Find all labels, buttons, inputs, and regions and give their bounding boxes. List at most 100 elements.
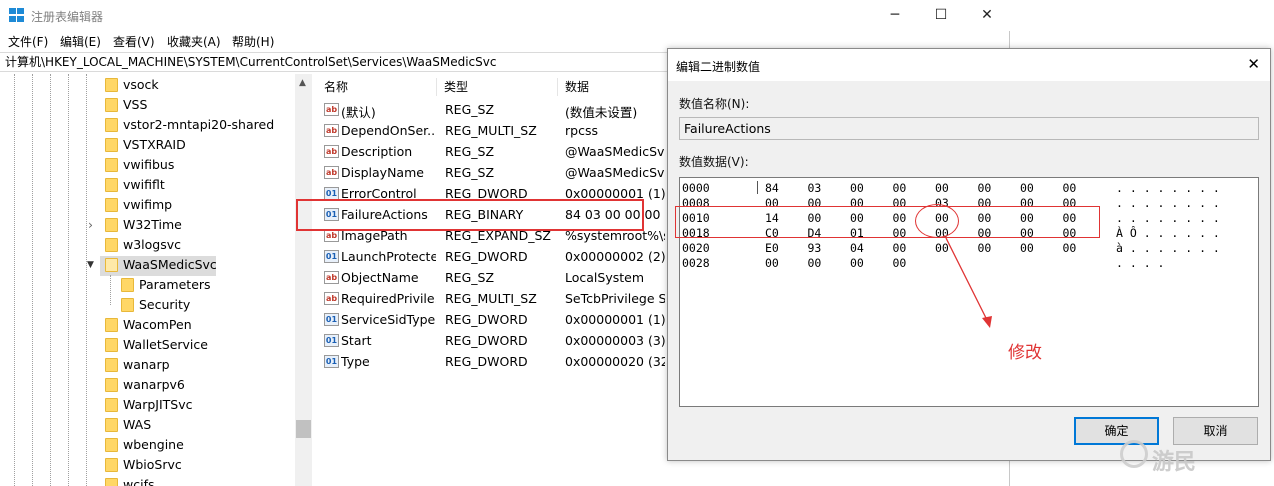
- tree-item-label: WarpJITSvc: [123, 397, 193, 412]
- string-value-icon: ab: [324, 292, 339, 305]
- string-value-icon: ab: [324, 166, 339, 179]
- value-name-cell: LaunchProtected: [341, 249, 436, 264]
- scroll-thumb[interactable]: [296, 420, 311, 438]
- folder-icon: [105, 438, 118, 452]
- string-value-icon: ab: [324, 145, 339, 158]
- column-separator[interactable]: [557, 78, 558, 96]
- collapse-arrow-icon[interactable]: ▼: [87, 255, 94, 275]
- expand-chevron-icon[interactable]: ›: [88, 215, 93, 235]
- hex-byte[interactable]: 00: [1063, 241, 1077, 255]
- folder-icon: [105, 318, 118, 332]
- hex-byte[interactable]: 00: [893, 256, 907, 270]
- binary-value-icon: 01: [324, 313, 339, 326]
- tree-item-label: wanarp: [123, 357, 170, 372]
- tree-item-label: w3logsvc: [123, 237, 182, 252]
- hex-ascii: à . . . . . . .: [1116, 241, 1220, 255]
- value-type-cell: REG_MULTI_SZ: [445, 123, 537, 138]
- hex-byte[interactable]: 00: [893, 181, 907, 195]
- hex-byte[interactable]: 00: [1020, 241, 1034, 255]
- hex-ascii: . . . . . . . .: [1116, 211, 1220, 225]
- value-name-cell: DisplayName: [341, 165, 424, 180]
- window-title: 注册表编辑器: [31, 10, 104, 24]
- value-data-cell: @WaaSMedicSvc: [565, 165, 665, 180]
- string-value-icon: ab: [324, 271, 339, 284]
- hex-byte[interactable]: 00: [935, 181, 949, 195]
- hex-offset: 0000: [682, 181, 710, 195]
- folder-icon: [105, 98, 118, 112]
- tree-item-label: VSTXRAID: [123, 137, 186, 152]
- value-type-cell: REG_MULTI_SZ: [445, 291, 537, 306]
- column-header-data[interactable]: 数据: [565, 78, 589, 95]
- tree-item-label: W32Time: [123, 217, 182, 232]
- value-type-cell: REG_DWORD: [445, 249, 528, 264]
- tree-item-label: vwifimp: [123, 197, 173, 212]
- value-name-cell: Start: [341, 333, 372, 348]
- hex-byte[interactable]: 03: [808, 181, 822, 195]
- tree-item-label: wcifs: [123, 477, 155, 486]
- binary-value-icon: 01: [324, 355, 339, 368]
- value-name-label: 数值名称(N):: [679, 97, 750, 111]
- open-folder-icon: [105, 258, 118, 272]
- hex-byte[interactable]: 00: [850, 256, 864, 270]
- tree-guide: [110, 275, 111, 305]
- hex-byte[interactable]: 00: [1063, 181, 1077, 195]
- tree-item-label: Parameters: [139, 277, 211, 292]
- cancel-button[interactable]: 取消: [1173, 417, 1258, 445]
- tree-guide: [86, 74, 87, 486]
- folder-icon: [105, 238, 118, 252]
- menu-help[interactable]: 帮助(H): [232, 33, 274, 50]
- value-type-cell: REG_SZ: [445, 102, 495, 117]
- value-type-cell: REG_DWORD: [445, 333, 528, 348]
- modified-byte-annotation-ellipse: [915, 204, 959, 238]
- string-value-icon: ab: [324, 103, 339, 116]
- hex-byte[interactable]: 00: [978, 181, 992, 195]
- scroll-up-icon[interactable]: ▲: [299, 78, 306, 88]
- hex-byte[interactable]: 84: [765, 181, 779, 195]
- value-data-cell: 0x00000002 (2): [565, 249, 665, 264]
- hex-byte[interactable]: E0: [765, 241, 779, 255]
- value-data-cell: 0x00000001 (1): [565, 312, 665, 327]
- close-button[interactable]: ✕: [964, 0, 1010, 31]
- hex-byte[interactable]: 04: [850, 241, 864, 255]
- ok-button[interactable]: 确定: [1074, 417, 1159, 445]
- menu-view[interactable]: 查看(V): [113, 33, 155, 50]
- hex-byte[interactable]: 00: [1020, 181, 1034, 195]
- value-name-cell: Type: [341, 354, 370, 369]
- value-name-cell: (默认): [341, 105, 376, 120]
- maximize-button[interactable]: ☐: [918, 0, 964, 31]
- hex-byte[interactable]: 00: [850, 181, 864, 195]
- tree-item-label: WbioSrvc: [123, 457, 182, 472]
- folder-icon: [105, 158, 118, 172]
- value-name-field: FailureActions: [679, 117, 1259, 140]
- annotation-arrow: [945, 237, 992, 328]
- menu-file[interactable]: 文件(F): [8, 33, 48, 50]
- column-header-name[interactable]: 名称: [324, 78, 348, 95]
- column-header-type[interactable]: 类型: [444, 78, 468, 95]
- minimize-button[interactable]: ─: [872, 0, 918, 31]
- folder-icon: [105, 218, 118, 232]
- column-separator[interactable]: [436, 78, 437, 96]
- menu-favorites[interactable]: 收藏夹(A): [167, 33, 221, 50]
- value-name-cell: ServiceSidType: [341, 312, 436, 327]
- value-type-cell: REG_SZ: [445, 165, 495, 180]
- tree-item-label: wanarpv6: [123, 377, 185, 392]
- tree-guide: [14, 74, 15, 486]
- tree-item-label: vsock: [123, 77, 159, 92]
- regedit-app-icon: [9, 8, 25, 23]
- hex-byte[interactable]: 00: [808, 256, 822, 270]
- hex-byte[interactable]: 00: [893, 241, 907, 255]
- tree-guide: [50, 74, 51, 486]
- hex-byte[interactable]: 00: [765, 256, 779, 270]
- hex-byte[interactable]: 93: [808, 241, 822, 255]
- value-data-cell: 0x00000003 (3): [565, 333, 665, 348]
- dialog-title-bar[interactable]: 编辑二进制数值 ✕: [668, 49, 1270, 81]
- tree-item-label: WalletService: [123, 337, 208, 352]
- hex-offset: 0020: [682, 241, 710, 255]
- tree-scrollbar[interactable]: ▲: [295, 74, 312, 486]
- string-value-icon: ab: [324, 124, 339, 137]
- tree-guide: [68, 74, 69, 486]
- dialog-close-button[interactable]: ✕: [1247, 55, 1260, 73]
- menu-edit[interactable]: 编辑(E): [60, 33, 101, 50]
- value-type-cell: REG_SZ: [445, 144, 495, 159]
- title-bar[interactable]: 注册表编辑器 ─ ☐ ✕: [0, 0, 1010, 31]
